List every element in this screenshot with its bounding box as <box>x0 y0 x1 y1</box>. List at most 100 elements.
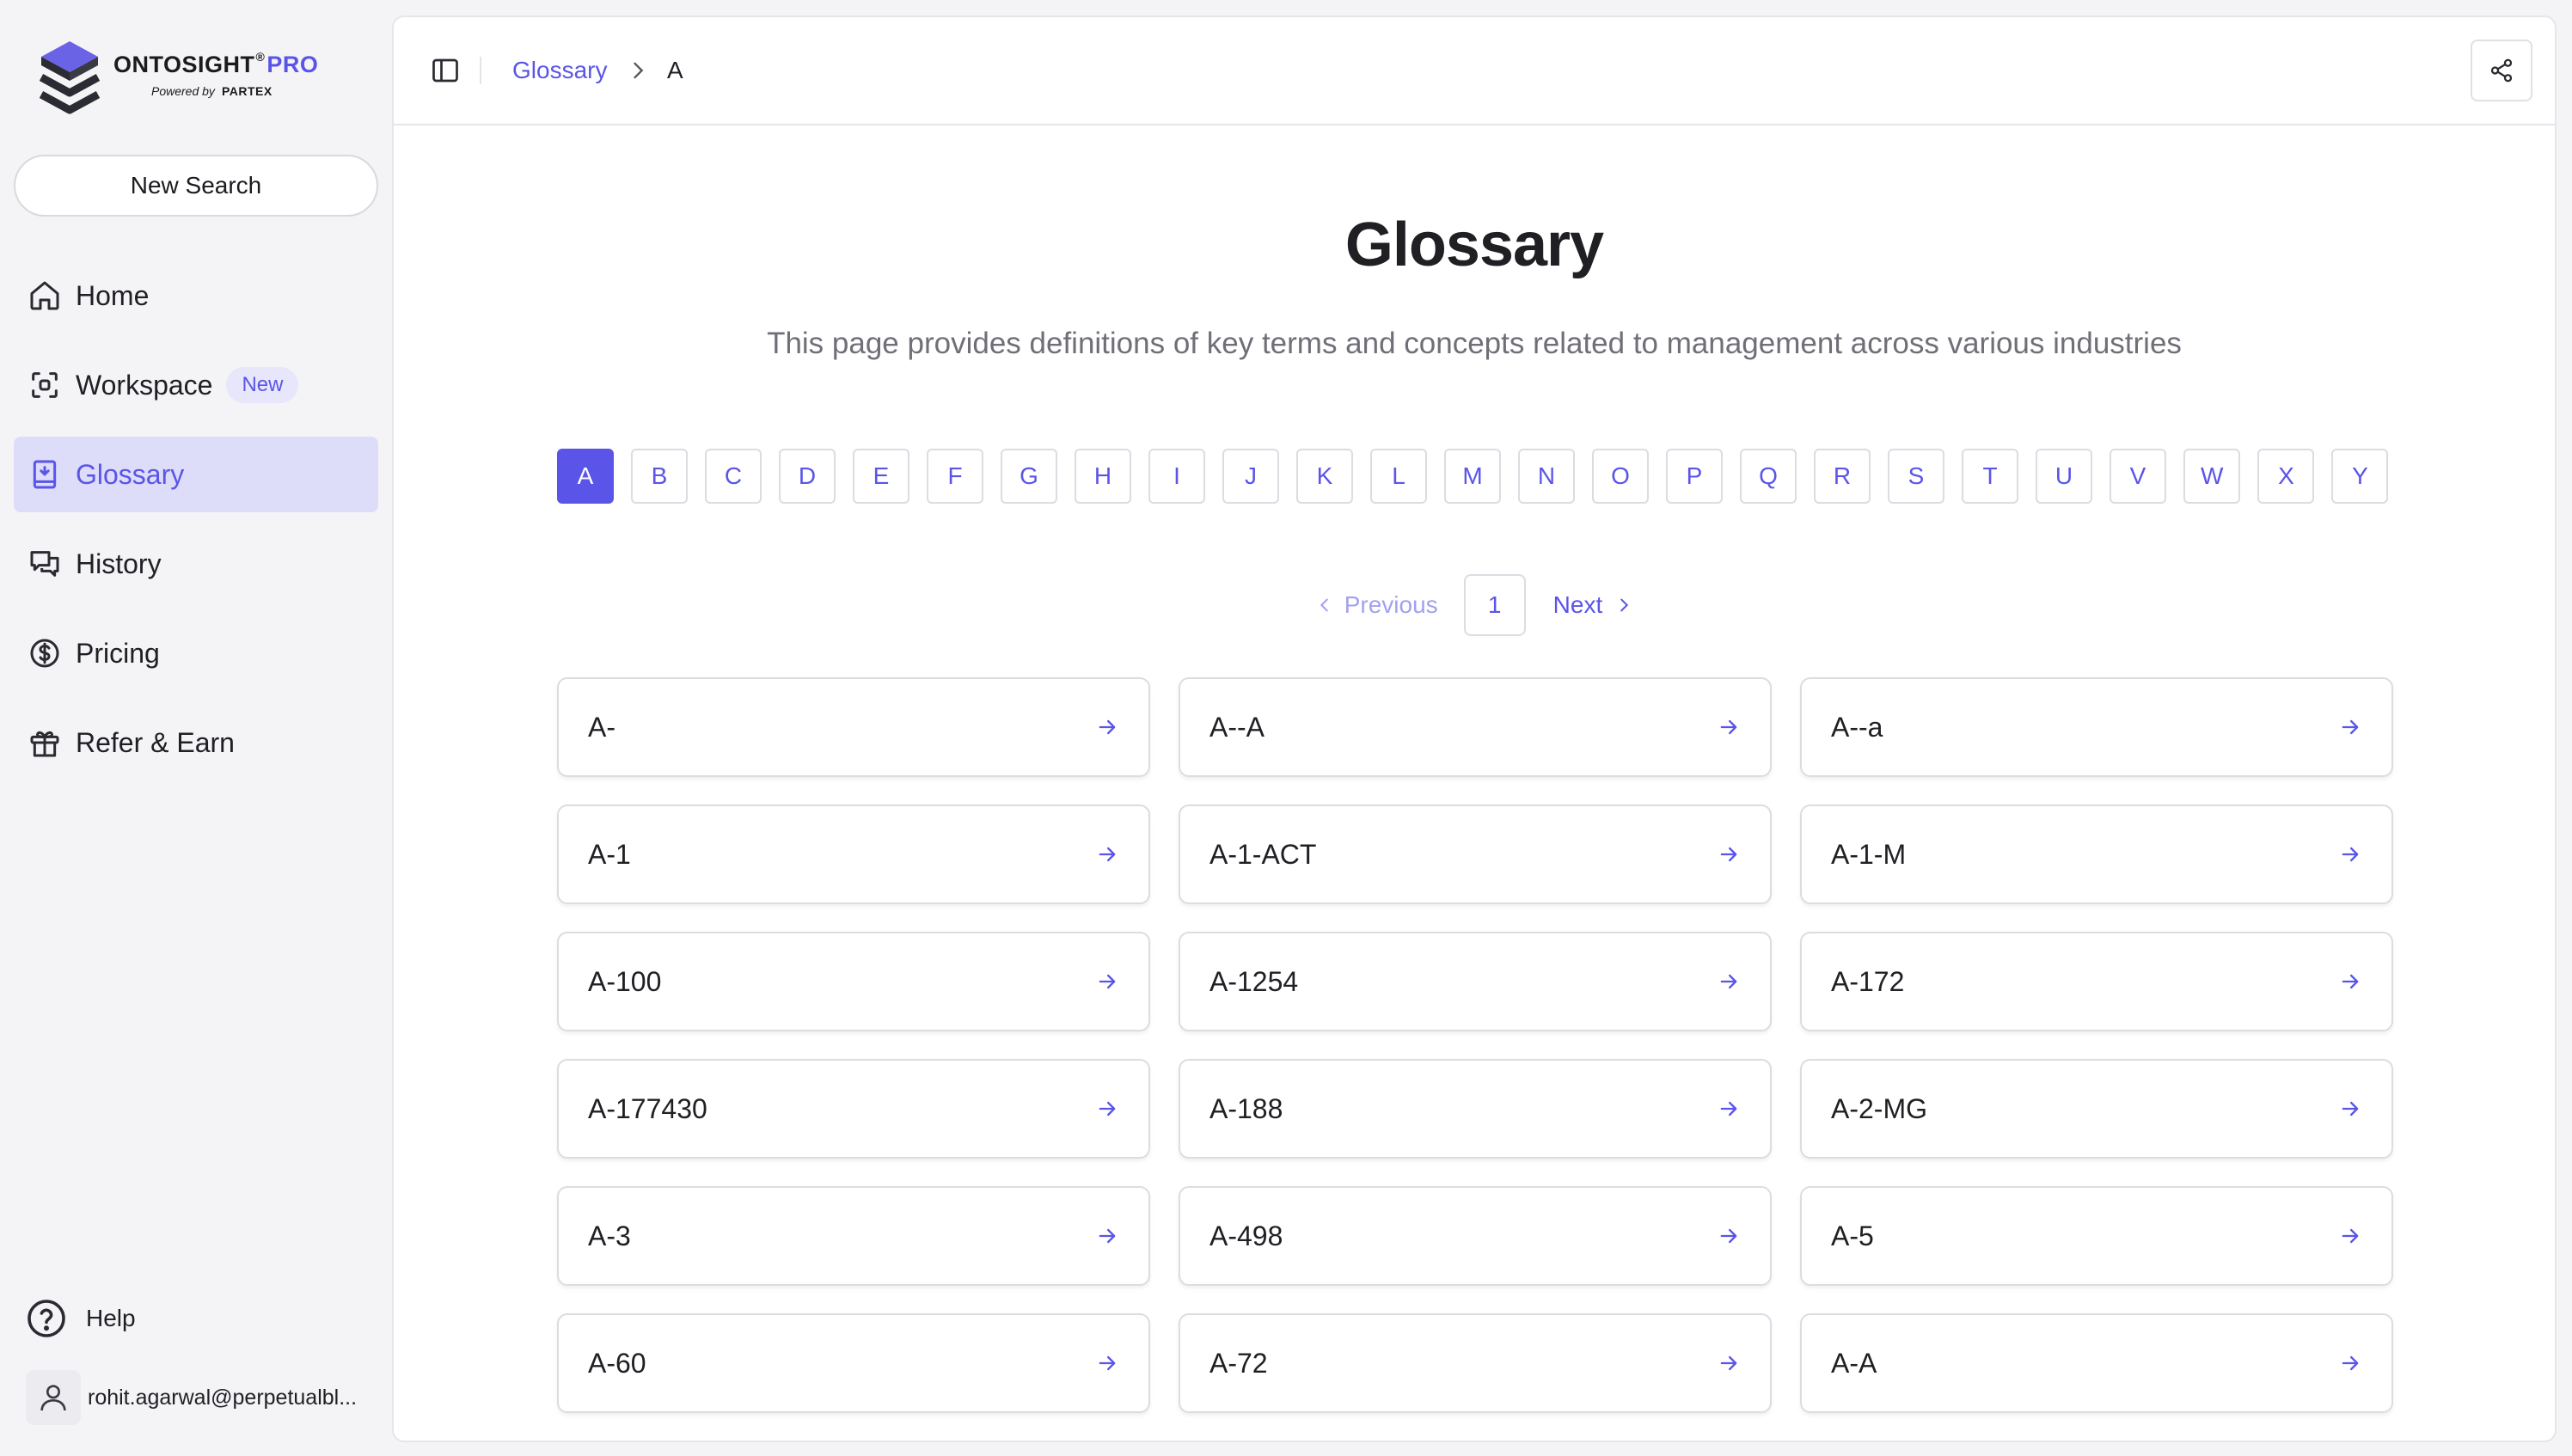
letter-button-t[interactable]: T <box>1962 449 2018 504</box>
sidebar: ONTOSIGHT®PRO Powered by PARTEX New Searc… <box>0 0 392 1456</box>
letter-button-u[interactable]: U <box>2036 449 2092 504</box>
glossary-term-card[interactable]: A-2-MG <box>1800 1059 2393 1159</box>
glossary-term-card[interactable]: A-188 <box>1179 1059 1772 1159</box>
brand-name: ONTOSIGHT <box>113 52 255 77</box>
letter-button-f[interactable]: F <box>927 449 983 504</box>
arrow-right-icon <box>2342 847 2359 862</box>
page-title: Glossary <box>1344 211 1604 279</box>
letter-button-h[interactable]: H <box>1075 449 1131 504</box>
arrow-right-icon <box>1099 847 1116 862</box>
glossary-term-card[interactable]: A--A <box>1179 677 1772 777</box>
letter-button-i[interactable]: I <box>1148 449 1205 504</box>
term-label: A--A <box>1209 711 1265 743</box>
letter-button-d[interactable]: D <box>779 449 836 504</box>
glossary-term-card[interactable]: A--a <box>1800 677 2393 777</box>
arrow-right-icon <box>2342 719 2359 735</box>
glossary-term-card[interactable]: A- <box>557 677 1150 777</box>
breadcrumb-current: A <box>667 57 683 83</box>
sidebar-item-history[interactable]: History <box>14 526 378 602</box>
help-circle-icon <box>28 1300 65 1337</box>
term-label: A-60 <box>588 1347 646 1379</box>
term-label: A-1254 <box>1209 965 1299 997</box>
gift-icon <box>30 731 59 757</box>
letter-button-b[interactable]: B <box>631 449 688 504</box>
term-label: A-3 <box>588 1220 631 1251</box>
term-label: A-177430 <box>588 1092 707 1124</box>
glossary-term-card[interactable]: A-172 <box>1800 932 2393 1031</box>
term-label: A-1-ACT <box>1209 838 1317 870</box>
sidebar-toggle-icon[interactable] <box>430 55 461 86</box>
dollar-circle-icon <box>30 639 59 668</box>
arrow-right-icon <box>2342 1355 2359 1371</box>
letter-button-l[interactable]: L <box>1370 449 1427 504</box>
arrow-right-icon <box>1720 847 1737 862</box>
letter-button-r[interactable]: R <box>1814 449 1871 504</box>
glossary-term-card[interactable]: A-1 <box>557 804 1150 904</box>
brand-registered: ® <box>255 50 266 64</box>
brand-logo[interactable]: ONTOSIGHT®PRO Powered by PARTEX <box>38 40 330 117</box>
arrow-right-icon <box>1720 1355 1737 1371</box>
term-label: A-100 <box>588 965 662 997</box>
letter-button-v[interactable]: V <box>2110 449 2166 504</box>
sidebar-item-workspace[interactable]: Workspace New <box>14 347 378 423</box>
letter-button-c[interactable]: C <box>705 449 762 504</box>
ontosight-logo-icon <box>39 41 101 114</box>
glossary-term-card[interactable]: A-5 <box>1800 1186 2393 1286</box>
letter-button-m[interactable]: M <box>1444 449 1501 504</box>
sidebar-item-home[interactable]: Home <box>14 258 378 333</box>
new-search-button[interactable]: New Search <box>14 155 378 217</box>
next-page-button[interactable]: Next <box>1553 591 1634 619</box>
glossary-term-card[interactable]: A-3 <box>557 1186 1150 1286</box>
glossary-term-card[interactable]: A-177430 <box>557 1059 1150 1159</box>
user-profile[interactable]: rohit.agarwal@perpetualbl... <box>26 1370 357 1425</box>
term-label: A-1-M <box>1831 838 1907 870</box>
pagination: Previous 1 Next <box>394 574 2555 636</box>
letter-button-s[interactable]: S <box>1888 449 1944 504</box>
term-label: A-A <box>1831 1347 1877 1379</box>
letter-button-j[interactable]: J <box>1222 449 1279 504</box>
terms-grid: A- A--A A--a A-1 A-1-ACT A-1-M A-100 A-1254 A-17… <box>557 677 2393 1413</box>
letter-button-a[interactable]: A <box>557 449 614 504</box>
letter-button-k[interactable]: K <box>1296 449 1353 504</box>
letter-button-w[interactable]: W <box>2183 449 2241 504</box>
arrow-right-icon <box>2342 974 2359 989</box>
share-icon <box>2490 58 2513 83</box>
letter-button-q[interactable]: Q <box>1740 449 1797 504</box>
share-button[interactable] <box>2471 40 2532 101</box>
arrow-right-icon <box>1099 1355 1116 1371</box>
breadcrumb-glossary-link[interactable]: Glossary <box>512 57 607 84</box>
letter-button-o[interactable]: O <box>1592 449 1649 504</box>
glossary-term-card[interactable]: A-1-M <box>1800 804 2393 904</box>
glossary-term-card[interactable]: A-1-ACT <box>1179 804 1772 904</box>
glossary-term-card[interactable]: A-60 <box>557 1313 1150 1413</box>
powered-by-text: Powered by <box>151 84 215 98</box>
glossary-term-card[interactable]: A-498 <box>1179 1186 1772 1286</box>
letter-button-g[interactable]: G <box>1001 449 1057 504</box>
arrow-right-icon <box>2342 1228 2359 1244</box>
chevron-right-icon <box>1620 598 1629 612</box>
letter-button-e[interactable]: E <box>853 449 909 504</box>
letter-button-p[interactable]: P <box>1666 449 1723 504</box>
letter-button-x[interactable]: X <box>2257 449 2315 504</box>
letter-button-n[interactable]: N <box>1518 449 1575 504</box>
help-link[interactable]: Help <box>26 1298 136 1339</box>
glossary-term-card[interactable]: A-A <box>1800 1313 2393 1413</box>
new-badge: New <box>226 367 299 403</box>
sidebar-item-glossary[interactable]: Glossary <box>14 437 378 512</box>
letter-button-y[interactable]: Y <box>2331 449 2389 504</box>
arrow-right-icon <box>1720 1228 1737 1244</box>
book-icon <box>33 460 57 489</box>
glossary-term-card[interactable]: A-100 <box>557 932 1150 1031</box>
sidebar-item-pricing[interactable]: Pricing <box>14 615 378 691</box>
alphabet-filter: ABCDEFGHIJKLMNOPQRSTUVWXY <box>557 449 2391 507</box>
arrow-right-icon <box>1099 1228 1116 1244</box>
user-icon <box>40 1385 66 1411</box>
page-number-button[interactable]: 1 <box>1463 574 1526 636</box>
glossary-term-card[interactable]: A-72 <box>1179 1313 1772 1413</box>
scan-icon <box>32 372 58 398</box>
term-label: A-5 <box>1831 1220 1874 1251</box>
glossary-term-card[interactable]: A-1254 <box>1179 932 1772 1031</box>
sidebar-item-refer-earn[interactable]: Refer & Earn <box>14 705 378 780</box>
term-label: A-72 <box>1209 1347 1268 1379</box>
previous-page-button[interactable]: Previous <box>1315 591 1438 619</box>
